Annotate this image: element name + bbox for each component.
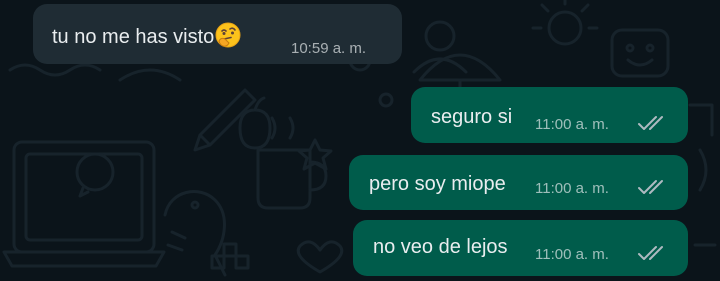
double-check-icon: [638, 116, 663, 130]
message-timestamp: 11:00 a. m.: [535, 180, 609, 197]
pencil-doodle-icon: [193, 88, 257, 152]
outgoing-message-bubble[interactable]: seguro si 11:00 a. m.: [411, 87, 688, 143]
double-check-icon: [638, 180, 663, 194]
message-text: pero soy miope: [369, 173, 506, 195]
apple-doodle-icon: [238, 96, 272, 150]
message-timestamp: 11:00 a. m.: [535, 246, 609, 263]
thinking-face-icon: [215, 22, 241, 48]
message-text: seguro si: [431, 106, 513, 128]
message-text: tu no me has visto: [52, 22, 241, 49]
dinosaur-doodle-icon: [163, 190, 227, 277]
squiggle-doodle-icon: [8, 63, 182, 82]
double-check-icon: [638, 246, 663, 260]
laptop-doodle-icon: [2, 140, 166, 268]
incoming-message-bubble[interactable]: tu no me has visto 10:59 a. m.: [33, 4, 402, 64]
message-timestamp: 10:59 a. m.: [291, 40, 367, 57]
sun-doodle-icon: [531, 0, 599, 46]
message-timestamp: 11:00 a. m.: [535, 116, 609, 133]
outgoing-message-bubble[interactable]: pero soy miope 11:00 a. m.: [349, 155, 688, 210]
star-doodle-icon: [297, 138, 333, 171]
checker-doodle-icon: [210, 242, 250, 270]
person-doodle-icon: [412, 20, 468, 74]
heart-doodle-icon: [296, 240, 344, 274]
message-text: no veo de lejos: [373, 236, 508, 258]
smiley-doodle-icon: [610, 28, 670, 78]
outgoing-message-bubble[interactable]: no veo de lejos 11:00 a. m.: [353, 220, 688, 276]
edge-doodle-icon: [688, 103, 717, 247]
